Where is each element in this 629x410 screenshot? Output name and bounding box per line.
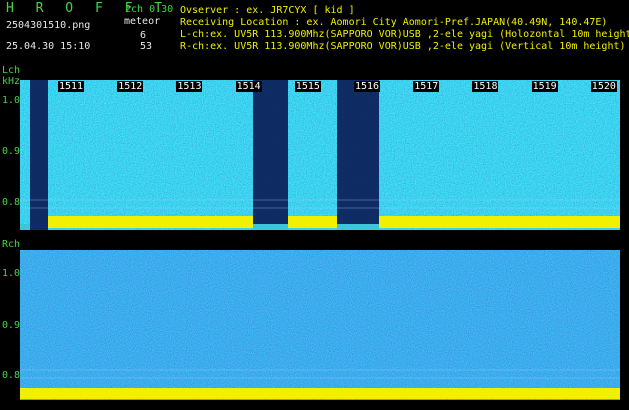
lch-signal-band bbox=[288, 216, 337, 228]
rch-signal-band bbox=[20, 388, 620, 399]
lch-ytick: 1.0 bbox=[2, 95, 21, 106]
rch-label: Rch bbox=[2, 239, 21, 250]
lch-label: Lch bbox=[2, 65, 21, 76]
time-tick: 1513 bbox=[176, 81, 203, 92]
lch-ytick: 0.8 bbox=[2, 197, 21, 208]
time-tick: 1512 bbox=[117, 81, 144, 92]
rch-ytick: 0.8 bbox=[2, 370, 21, 381]
lch-gap bbox=[30, 80, 48, 230]
time-tick: 1511 bbox=[58, 81, 85, 92]
time-tick: 1520 bbox=[590, 81, 617, 92]
time-tick: 1514 bbox=[235, 81, 262, 92]
lch-gap bbox=[253, 80, 288, 230]
time-tick: 1517 bbox=[413, 81, 440, 92]
time-tick: 1518 bbox=[472, 81, 499, 92]
waterfall-canvas bbox=[20, 80, 620, 400]
lch-signal-band bbox=[379, 216, 620, 228]
time-tick: 1516 bbox=[354, 81, 381, 92]
rch-ytick: 0.9 bbox=[2, 320, 21, 331]
lch-waterfall bbox=[20, 80, 620, 230]
lch-ytick: 0.9 bbox=[2, 146, 21, 157]
time-tick: 1515 bbox=[294, 81, 321, 92]
lch-signal-band bbox=[48, 216, 253, 228]
time-tick: 1519 bbox=[531, 81, 558, 92]
lch-unit: kHz bbox=[2, 76, 21, 87]
rch-ytick: 1.0 bbox=[2, 268, 21, 279]
lch-gap bbox=[337, 80, 379, 230]
rch-waterfall bbox=[20, 250, 620, 400]
